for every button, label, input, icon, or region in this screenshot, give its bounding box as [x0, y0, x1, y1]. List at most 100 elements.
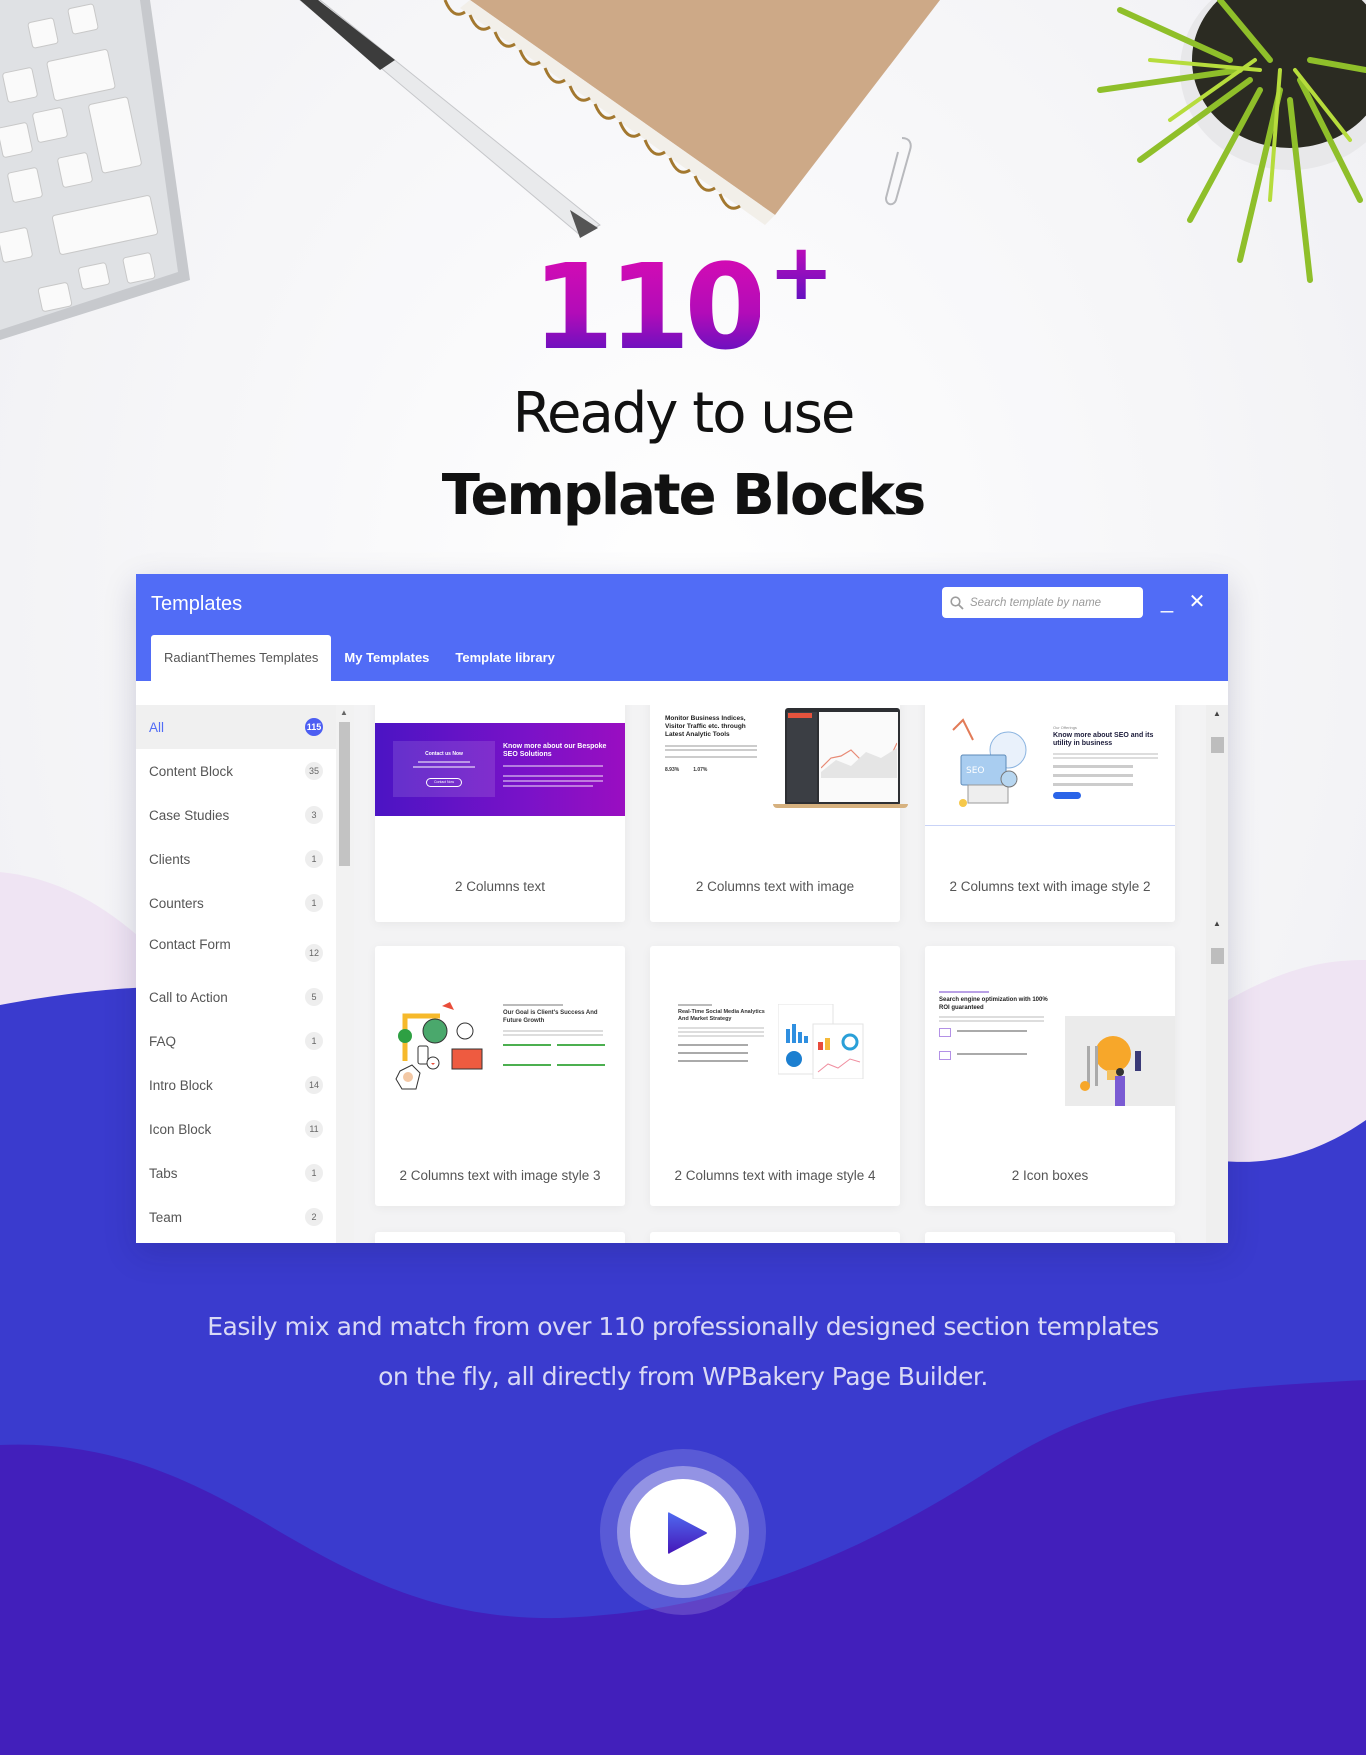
category-count-badge: 5	[305, 988, 323, 1006]
preview-heading: Our Goal is Client's Success And Future …	[503, 1010, 598, 1024]
preview-growth-illustration	[390, 1001, 495, 1096]
category-label: FAQ	[149, 1033, 177, 1049]
preview-stat-1: 8.93%	[665, 767, 680, 773]
hero-subtitle: Ready to use	[512, 381, 856, 446]
preview-kicker: Our Offerings	[1053, 725, 1077, 730]
preview-contact-button: Contact Now	[426, 778, 462, 787]
template-card-2-icon-boxes[interactable]: Search engine optimization with 100% ROI…	[925, 946, 1175, 1206]
minimize-button[interactable]: _	[1156, 588, 1178, 614]
category-count-badge: 11	[305, 1120, 323, 1138]
preview-seo-illustration: SEO	[943, 715, 1043, 815]
category-counters[interactable]: Counters 1	[136, 881, 336, 925]
template-preview-text: Our Offerings Know more about SEO and it…	[1053, 725, 1168, 799]
template-card-next[interactable]	[375, 1232, 625, 1243]
sidebar-scroll-thumb[interactable]	[339, 722, 350, 866]
category-count-badge: 14	[305, 1076, 323, 1094]
template-preview: Monitor Business Indices, Visitor Traffi…	[665, 715, 765, 815]
tagline: Easily mix and match from over 110 profe…	[0, 1302, 1366, 1402]
category-count-badge: 1	[305, 850, 323, 868]
tab-my-templates[interactable]: My Templates	[331, 635, 442, 681]
category-team[interactable]: Team 2	[136, 1195, 336, 1239]
preview-seo-badge: SEO	[966, 766, 984, 776]
category-sidebar: All 115 Content Block 35 Case Studies 3 …	[136, 705, 336, 1243]
template-preview-text: Search engine optimization with 100% ROI…	[939, 991, 1049, 1060]
search-icon	[950, 595, 964, 610]
template-card-2-columns-text-with-image[interactable]: Monitor Business Indices, Visitor Traffi…	[650, 705, 908, 922]
category-case-studies[interactable]: Case Studies 3	[136, 793, 336, 837]
template-card-2-columns-text[interactable]: Contact us Now Contact Now Know more abo…	[375, 705, 625, 922]
template-name: 2 Columns text with image style 2	[949, 879, 1151, 894]
category-content-block[interactable]: Content Block 35	[136, 749, 336, 793]
template-preview-text: Real-Time Social Media Analytics And Mar…	[678, 1004, 766, 1062]
window-header: Templates _ ✕ RadiantThemes Templates My…	[136, 574, 1228, 681]
preview-heading: Search engine optimization with 100% ROI…	[939, 997, 1048, 1011]
preview-heading: Know more about our Bespoke SEO Solution…	[503, 743, 607, 758]
category-label: Call to Action	[149, 989, 228, 1005]
category-clients[interactable]: Clients 1	[136, 837, 336, 881]
template-name: 2 Columns text with image	[695, 879, 855, 894]
preview-line-chart	[821, 742, 897, 778]
category-contact-form[interactable]: Contact Form 12	[136, 925, 336, 975]
close-button[interactable]: ✕	[1186, 589, 1208, 614]
tagline-line-2: on the fly, all directly from WPBakery P…	[378, 1362, 988, 1391]
category-label: Intro Block	[149, 1077, 213, 1093]
template-card-next[interactable]	[650, 1232, 900, 1243]
category-tabs[interactable]: Tabs 1	[136, 1151, 336, 1195]
template-name: 2 Columns text	[454, 879, 546, 894]
category-icon-block[interactable]: Icon Block 11	[136, 1107, 336, 1151]
template-card-2-columns-text-with-image-style-3[interactable]: Our Goal is Client's Success And Future …	[375, 946, 625, 1206]
play-video-button[interactable]	[600, 1449, 766, 1615]
grid-scrollbar[interactable]: ▲ ▲	[1206, 705, 1228, 1243]
category-label: Icon Block	[149, 1121, 212, 1137]
tab-template-library[interactable]: Template library	[442, 635, 567, 681]
template-card-2-columns-text-with-image-style-4[interactable]: Real-Time Social Media Analytics And Mar…	[650, 946, 900, 1206]
category-count-badge: 35	[305, 762, 323, 780]
preview-lightbulb-illustration	[1065, 1016, 1175, 1106]
category-label: Tabs	[149, 1165, 178, 1181]
tab-radiantthemes-templates[interactable]: RadiantThemes Templates	[151, 635, 332, 681]
category-count-badge: 3	[305, 806, 323, 824]
tab-bar: RadiantThemes Templates My Templates Tem…	[151, 635, 568, 681]
category-label: Team	[149, 1209, 183, 1225]
template-card-next[interactable]	[925, 1232, 1175, 1243]
preview-dashboard	[777, 1003, 868, 1080]
scroll-up-arrow-icon[interactable]: ▲	[1213, 709, 1221, 718]
template-card-2-columns-text-with-image-style-2[interactable]: SEO Our Offerings Know more about SEO an…	[925, 705, 1175, 922]
category-label: Counters	[149, 895, 204, 911]
category-all[interactable]: All 115	[136, 705, 336, 749]
preview-heading: Know more about SEO and its utility in b…	[1053, 732, 1154, 747]
preview-contact-heading: Contact us Now	[425, 751, 463, 757]
hero-count-plus: +	[768, 228, 834, 318]
category-faq[interactable]: FAQ 1	[136, 1019, 336, 1063]
scroll-up-arrow-icon[interactable]: ▲	[340, 708, 348, 717]
paperclip-decoration	[884, 137, 912, 206]
tagline-line-1: Easily mix and match from over 110 profe…	[207, 1312, 1159, 1341]
minimize-icon: _	[1160, 588, 1174, 613]
category-label: All	[149, 719, 165, 735]
category-count-badge: 1	[305, 1032, 323, 1050]
templates-window: Templates _ ✕ RadiantThemes Templates My…	[136, 574, 1228, 1243]
category-intro-block[interactable]: Intro Block 14	[136, 1063, 336, 1107]
hero-count: 110 +	[0, 234, 1366, 366]
category-label: Content Block	[149, 763, 234, 779]
category-label: Clients	[149, 851, 191, 867]
search-box[interactable]	[942, 587, 1143, 618]
category-label: Case Studies	[149, 807, 230, 823]
sidebar-scrollbar[interactable]: ▲	[336, 705, 354, 1243]
search-input[interactable]	[970, 596, 1130, 609]
category-count-badge: 12	[305, 944, 323, 962]
grid-scroll-thumb[interactable]	[1211, 948, 1224, 964]
template-preview-text: Our Goal is Client's Success And Future …	[503, 1004, 613, 1078]
preview-contact-box: Contact us Now Contact Now	[393, 741, 495, 797]
scroll-up-arrow-icon[interactable]: ▲	[1213, 919, 1221, 928]
template-grid: Contact us Now Contact Now Know more abo…	[354, 705, 1206, 1243]
template-name: 2 Columns text with image style 4	[674, 1168, 876, 1183]
notebook-decoration	[443, 0, 940, 225]
template-name: 2 Columns text with image style 3	[399, 1168, 601, 1183]
template-preview: Contact us Now Contact Now Know more abo…	[375, 723, 625, 816]
preview-heading: Monitor Business Indices, Visitor Traffi…	[665, 715, 746, 738]
grid-scroll-thumb[interactable]	[1211, 737, 1224, 753]
category-count-badge: 2	[305, 1208, 323, 1226]
category-call-to-action[interactable]: Call to Action 5	[136, 975, 336, 1019]
window-title: Templates	[151, 593, 243, 615]
